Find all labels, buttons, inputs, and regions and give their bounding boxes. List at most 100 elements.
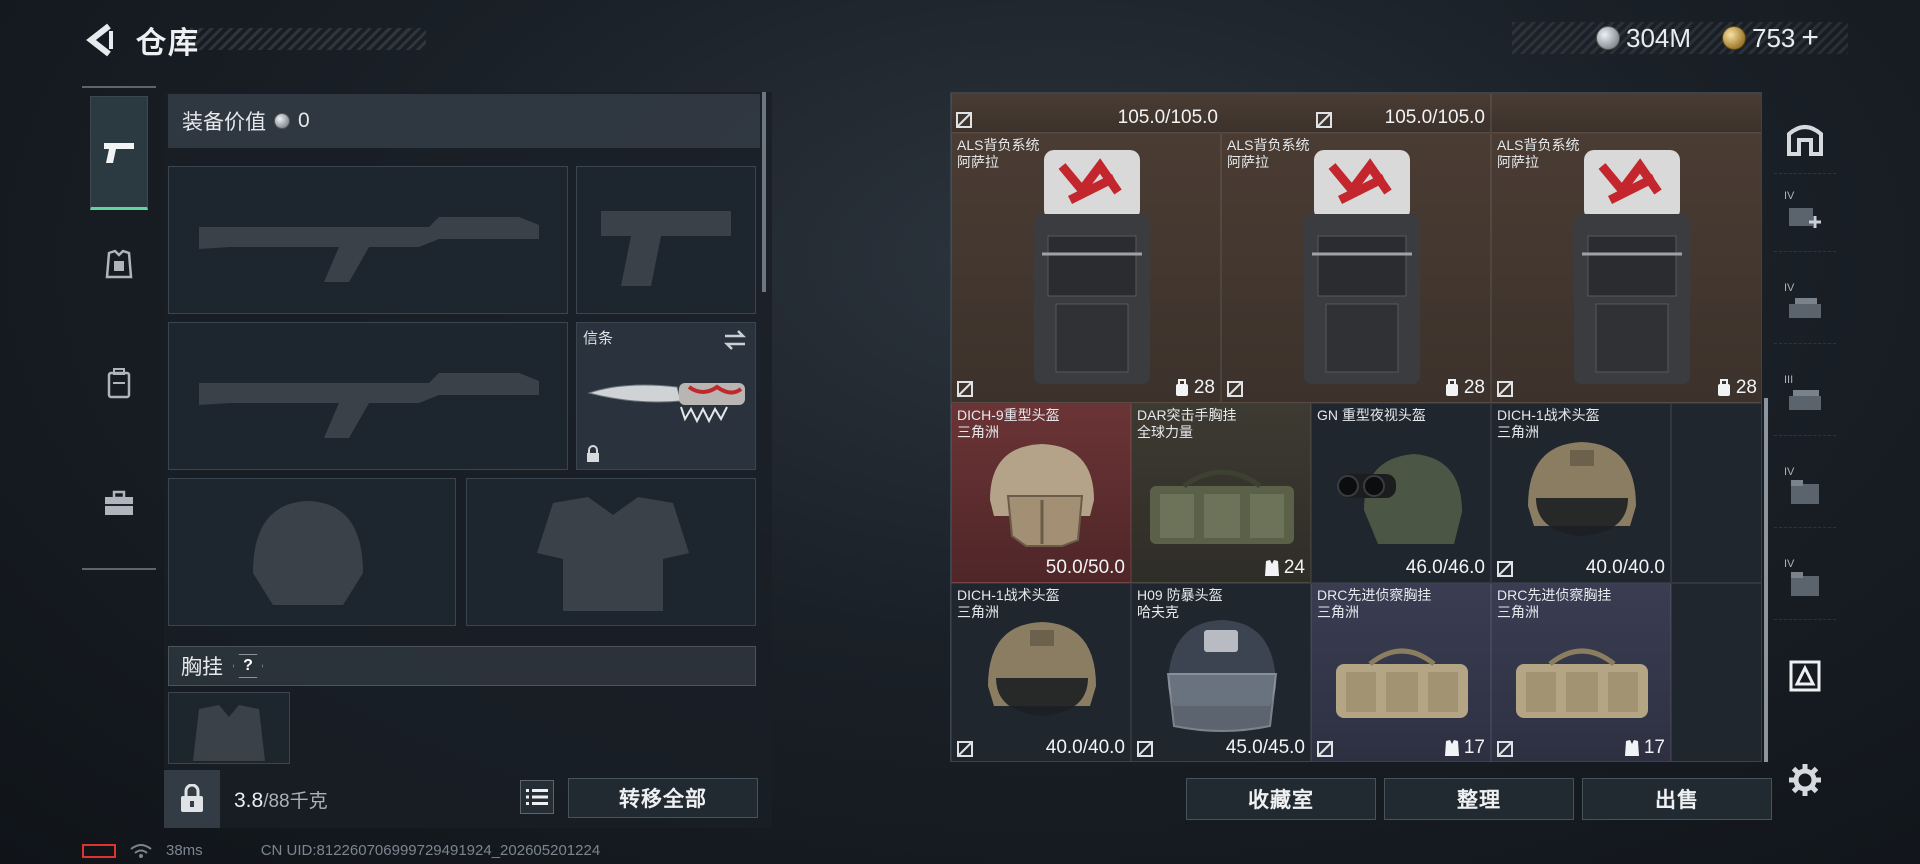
- inventory-empty-cell[interactable]: [1671, 403, 1761, 583]
- currency-silver[interactable]: 304M: [1596, 22, 1691, 54]
- category-tabs: [82, 86, 156, 570]
- title-decoration: [190, 28, 426, 50]
- status-line: 38ms CN UID:812260706999729491924_202605…: [82, 842, 600, 859]
- inventory-item-backpack-2[interactable]: ALS背负系统 阿萨拉 28: [1221, 133, 1491, 403]
- secondary-weapon-slot[interactable]: [168, 322, 568, 470]
- item-durability: 40.0/40.0: [1585, 557, 1665, 578]
- currency-gold-value: 753: [1752, 22, 1796, 53]
- no-insure-icon: [1316, 112, 1332, 128]
- inventory-item-rig-dar[interactable]: DAR突击手胸挂 全球力量 24: [1131, 403, 1311, 583]
- weight-current: 3.8: [234, 789, 264, 812]
- rifle-silhouette-icon: [199, 373, 539, 438]
- weight-max: /88千克: [263, 791, 328, 812]
- sidearm-slot[interactable]: [576, 166, 756, 314]
- backpack-icon: [1304, 150, 1420, 384]
- no-insure-icon: [1227, 381, 1243, 397]
- page-title: 仓库: [136, 27, 200, 60]
- inventory-item-top-2[interactable]: [1491, 93, 1761, 133]
- item-brand: 全球力量: [1137, 424, 1193, 440]
- chest-rig-header: 胸挂 ?: [168, 646, 756, 686]
- rail-storage-weapons[interactable]: IV: [1774, 272, 1836, 344]
- chest-rig-icon: [1150, 469, 1294, 544]
- inventory-item-helmet-dich1-b[interactable]: DICH-1战术头盔 三角洲 40.0/40.0: [951, 583, 1131, 761]
- equipment-value-number: 0: [298, 109, 310, 132]
- inventory-item-rig-drc-1[interactable]: DRC先进侦察胸挂 三角洲 17: [1311, 583, 1491, 761]
- item-capacity: 24: [1264, 557, 1305, 579]
- currency-gold[interactable]: 753 +: [1722, 21, 1819, 55]
- ping-value: 38ms: [166, 842, 203, 859]
- equipment-scrollbar[interactable]: [762, 92, 766, 292]
- collection-room-button[interactable]: 收藏室: [1186, 778, 1376, 820]
- wifi-icon: [130, 843, 152, 858]
- item-capacity-value: 17: [1463, 737, 1485, 758]
- help-button[interactable]: ?: [233, 654, 263, 678]
- bag-capacity-icon: [1717, 379, 1730, 396]
- rail-storage-files[interactable]: IV: [1774, 456, 1836, 528]
- body-armor-slot[interactable]: [466, 478, 756, 626]
- item-name: DAR突击手胸挂: [1137, 407, 1237, 423]
- gold-coin-icon: [1722, 26, 1746, 50]
- carry-weight: 3.8/88千克: [234, 786, 328, 813]
- tab-weapons[interactable]: [90, 96, 148, 210]
- inventory-empty-cell[interactable]: [1671, 583, 1761, 761]
- rail-storage-misc[interactable]: IV: [1774, 548, 1836, 620]
- storage-box-icon: [1789, 660, 1821, 692]
- item-capacity: 17: [1444, 737, 1485, 759]
- no-insure-icon: [1137, 741, 1153, 757]
- inventory-item-backpack-3[interactable]: ALS背负系统 阿萨拉 28: [1491, 133, 1761, 403]
- equipment-value-label: 装备价值: [182, 111, 266, 134]
- riot-helmet-icon: [1166, 620, 1278, 732]
- chest-rig-slot[interactable]: [168, 692, 290, 764]
- item-name: DRC先进侦察胸挂: [1497, 587, 1612, 603]
- toolbox-icon: [105, 490, 133, 515]
- nvg-helmet-icon: [1337, 454, 1462, 544]
- item-capacity: 28: [1174, 377, 1215, 399]
- inventory-item-rig-drc-2[interactable]: DRC先进侦察胸挂 三角洲 17: [1491, 583, 1671, 761]
- tab-armor[interactable]: [90, 236, 148, 294]
- safehouse-icon: [1787, 124, 1823, 156]
- transfer-all-button[interactable]: 转移全部: [568, 778, 758, 818]
- rail-storage-ammo[interactable]: III: [1774, 364, 1836, 436]
- helmet-slot[interactable]: [168, 478, 456, 626]
- tier-label: IV: [1784, 558, 1795, 570]
- no-insure-icon: [957, 381, 973, 397]
- tab-backpack[interactable]: [90, 354, 148, 412]
- helmet-icon: [988, 622, 1096, 716]
- bag-capacity-icon: [1445, 379, 1458, 396]
- item-durability: 105.0/105.0: [1384, 107, 1485, 128]
- back-button[interactable]: [82, 20, 118, 60]
- inventory-item-helmet-dich9[interactable]: DICH-9重型头盔 三角洲 50.0/50.0: [951, 403, 1131, 583]
- rail-storage-selected[interactable]: [1774, 640, 1836, 712]
- rail-storage-add[interactable]: IV: [1774, 180, 1836, 252]
- tier-label: IV: [1784, 466, 1795, 478]
- sell-button[interactable]: 出售: [1582, 778, 1772, 820]
- no-insure-icon: [1317, 741, 1333, 757]
- settings-button[interactable]: [1774, 744, 1836, 816]
- rail-home[interactable]: [1774, 102, 1836, 174]
- item-capacity: 17: [1624, 737, 1665, 759]
- organize-button[interactable]: 整理: [1384, 778, 1574, 820]
- list-view-button[interactable]: [520, 780, 554, 814]
- tab-case[interactable]: [90, 474, 148, 532]
- uid-text: CN UID:812260706999729491924_20260520122…: [260, 842, 601, 859]
- swap-icon[interactable]: [723, 329, 747, 351]
- inventory-grid: 105.0/105.0 105.0/105.0 ALS背负系统 阿萨拉 28 AL…: [950, 92, 1762, 762]
- secure-container-button[interactable]: [164, 770, 220, 828]
- item-name: H09 防暴头盔: [1137, 587, 1223, 603]
- inventory-item-helmet-dich1[interactable]: DICH-1战术头盔 三角洲 40.0/40.0: [1491, 403, 1671, 583]
- inventory-item-helmet-h09[interactable]: H09 防暴头盔 哈夫克 45.0/45.0: [1131, 583, 1311, 761]
- primary-weapon-slot[interactable]: [168, 166, 568, 314]
- inventory-item-helmet-gn[interactable]: GN 重型夜视头盔 46.0/46.0: [1311, 403, 1491, 583]
- backpack-icon: [107, 368, 131, 399]
- backpack-icon: [1574, 150, 1690, 384]
- tier-label: IV: [1784, 282, 1795, 294]
- tier-label: III: [1784, 374, 1794, 386]
- add-currency-button[interactable]: +: [1801, 21, 1819, 55]
- battery-icon: [82, 843, 116, 858]
- inventory-scrollbar[interactable]: [1764, 398, 1768, 762]
- add-storage-icon: [1789, 207, 1821, 228]
- melee-slot[interactable]: 信条: [576, 322, 756, 470]
- helmet-icon: [1528, 442, 1636, 536]
- inventory-item-backpack-1[interactable]: ALS背负系统 阿萨拉 28: [951, 133, 1221, 403]
- inventory-item-top-1[interactable]: 105.0/105.0 105.0/105.0: [951, 93, 1491, 133]
